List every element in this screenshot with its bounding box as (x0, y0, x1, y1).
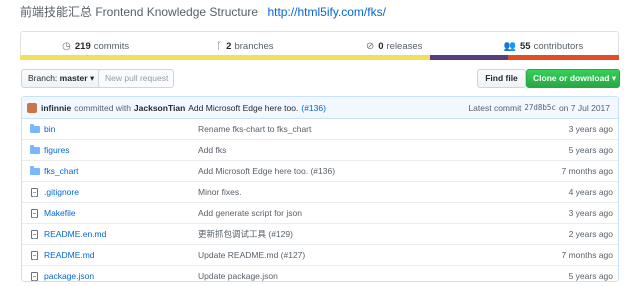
language-segment (430, 55, 509, 60)
file-age: 7 months ago (561, 250, 613, 260)
file-icon (25, 229, 44, 239)
language-segment (20, 55, 431, 60)
file-name-link[interactable]: bin (44, 124, 198, 134)
file-commit-message[interactable]: Rename fks-chart to fks_chart (198, 124, 523, 134)
table-row: README.md Update README.md (#127) 7 months… (22, 244, 618, 265)
find-file-button[interactable]: Find file (477, 69, 526, 88)
new-pull-request-button[interactable]: New pull request (98, 69, 174, 88)
repo-description: 前端技能汇总 Frontend Knowledge Structure http… (20, 3, 386, 20)
releases-count: 0 (378, 40, 384, 52)
file-commit-message[interactable]: Add fks (198, 145, 523, 155)
chevron-down-icon: ▾ (89, 73, 95, 83)
commits-count: 219 (74, 40, 91, 52)
repo-website-link[interactable]: http://html5ify.com/fks/ (267, 5, 385, 19)
commit-date: on 7 Jul 2017 (558, 102, 610, 113)
commits-label: commits (93, 40, 130, 52)
committed-with-text: committed with (74, 102, 131, 113)
file-name-link[interactable]: package.json (44, 271, 198, 281)
file-commit-message[interactable]: Add Microsoft Edge here too. (#136) (198, 166, 523, 176)
file-icon (25, 271, 44, 281)
file-icon (25, 208, 44, 218)
file-name-link[interactable]: README.md (44, 250, 198, 260)
commit-coauthor[interactable]: JacksonTian (134, 103, 185, 113)
table-row: bin Rename fks-chart to fks_chart 3 years … (22, 119, 618, 139)
file-name-link[interactable]: Makefile (44, 208, 198, 218)
tag-icon: ⊘ (365, 40, 375, 52)
table-row: figures Add fks 5 years ago (22, 139, 618, 160)
file-name-link[interactable]: figures (44, 145, 198, 155)
branches-label: branches (234, 40, 274, 52)
branch-icon: ᚴ (216, 40, 223, 52)
language-segment (508, 55, 619, 60)
commit-issue-link[interactable]: (#136) (301, 103, 326, 113)
table-row: README.en.md 更新抓包调试工具 (#129) 2 years ago (22, 223, 618, 244)
branches-count: 2 (226, 40, 232, 52)
table-row: .gitignore Minor fixes. 4 years ago (22, 181, 618, 202)
file-age: 4 years ago (568, 187, 613, 197)
file-commit-message[interactable]: Minor fixes. (198, 187, 523, 197)
file-list: bin Rename fks-chart to fks_chart 3 years … (22, 119, 618, 281)
file-age: 3 years ago (568, 124, 613, 134)
releases-label: releases (386, 40, 423, 52)
file-age: 2 years ago (568, 229, 613, 239)
file-commit-message[interactable]: Update package.json (198, 271, 523, 281)
repo-description-text: 前端技能汇总 Frontend Knowledge Structure (20, 5, 259, 19)
file-name-link[interactable]: .gitignore (44, 187, 198, 197)
folder-icon (25, 144, 44, 154)
contributors-label: contributors (533, 40, 584, 52)
file-name-link[interactable]: fks_chart (44, 166, 198, 176)
file-age: 5 years ago (568, 271, 613, 281)
table-row: fks_chart Add Microsoft Edge here too. (#… (22, 160, 618, 181)
folder-icon (25, 165, 44, 175)
branch-prefix: Branch: (28, 73, 58, 83)
file-table: infinnie committed with JacksonTian Add … (21, 96, 619, 282)
branch-name: master (59, 73, 88, 83)
file-age: 7 months ago (561, 166, 613, 176)
folder-icon (25, 123, 44, 133)
commit-author[interactable]: infinnie (41, 103, 71, 113)
language-bar[interactable] (20, 55, 619, 60)
avatar[interactable] (27, 102, 37, 113)
file-icon (25, 187, 44, 197)
latest-commit-bar: infinnie committed with JacksonTian Add … (22, 97, 618, 119)
file-icon (25, 250, 44, 260)
latest-commit-label: Latest commit (468, 102, 522, 113)
file-commit-message[interactable]: 更新抓包调试工具 (#129) (198, 228, 523, 240)
people-icon: 👥 (503, 40, 516, 52)
commits-icon: ◷ (62, 40, 71, 52)
commit-sha[interactable]: 27d8b5c (524, 103, 556, 112)
clone-download-button[interactable]: Clone or download ▾ (526, 69, 620, 88)
file-commit-message[interactable]: Update README.md (#127) (198, 250, 523, 260)
file-commit-message[interactable]: Add generate script for json (198, 208, 523, 218)
table-row: Makefile Add generate script for json 3 ye… (22, 202, 618, 223)
table-row: package.json Update package.json 5 years a… (22, 265, 618, 281)
file-age: 3 years ago (568, 208, 613, 218)
contributors-count: 55 (519, 40, 531, 52)
file-name-link[interactable]: README.en.md (44, 229, 198, 239)
commit-message[interactable]: Add Microsoft Edge here too. (188, 103, 298, 113)
file-age: 5 years ago (568, 145, 613, 155)
